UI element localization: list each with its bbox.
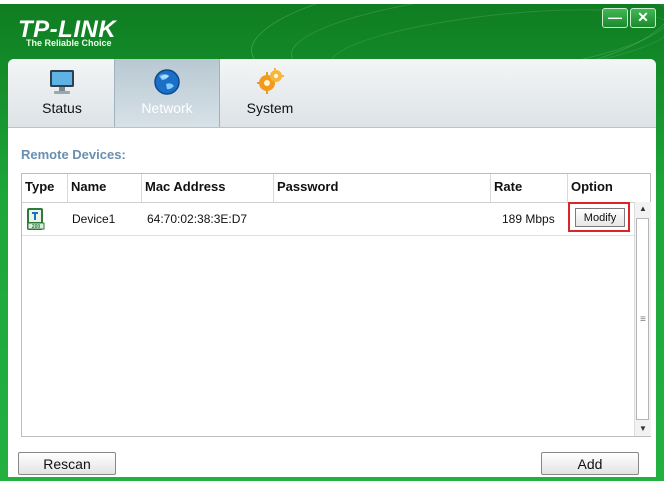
- column-header-rate: Rate: [491, 174, 568, 202]
- tab-status-label: Status: [42, 100, 82, 116]
- minimize-button[interactable]: —: [602, 8, 628, 28]
- device-rate: 189 Mbps: [502, 212, 555, 226]
- rescan-button[interactable]: Rescan: [18, 452, 116, 475]
- column-header-type: Type: [22, 174, 68, 202]
- section-title: Remote Devices:: [21, 147, 126, 162]
- table-row[interactable]: 200 Device1 64:70:02:38:3E:D7 189 Mbps M…: [22, 202, 634, 236]
- svg-text:200: 200: [32, 224, 41, 230]
- tab-network-label: Network: [141, 100, 193, 116]
- scroll-up-icon[interactable]: ▲: [635, 202, 651, 216]
- tab-network[interactable]: Network: [114, 59, 220, 127]
- tab-status[interactable]: Status: [10, 59, 114, 127]
- tab-system[interactable]: System: [218, 59, 322, 127]
- close-button[interactable]: ✕: [630, 8, 656, 28]
- column-header-password: Password: [274, 174, 491, 202]
- main-panel: Status Network System Remote Devices: Ty…: [8, 59, 656, 477]
- grip-icon: ≡: [640, 314, 646, 325]
- modify-highlight: Modify: [568, 202, 630, 232]
- gears-icon: [257, 68, 284, 94]
- globe-icon: [154, 69, 180, 95]
- device-mac: 64:70:02:38:3E:D7: [147, 212, 248, 226]
- brand-tagline: The Reliable Choice: [26, 38, 112, 48]
- add-button[interactable]: Add: [541, 452, 639, 475]
- column-header-name: Name: [68, 174, 142, 202]
- tab-bar: Status Network System: [8, 59, 656, 128]
- monitor-icon: [50, 70, 74, 94]
- table-header: Type Name Mac Address Password Rate Opti…: [22, 174, 650, 203]
- app-window: TP-LINK The Reliable Choice — ✕ Status N…: [0, 4, 664, 481]
- remote-devices-table: Type Name Mac Address Password Rate Opti…: [21, 173, 651, 437]
- tab-system-label: System: [246, 100, 294, 116]
- vertical-scrollbar[interactable]: ▲ ≡ ▼: [634, 202, 651, 436]
- column-header-option: Option: [571, 179, 613, 194]
- scroll-thumb[interactable]: ≡: [636, 218, 649, 420]
- device-name: Device1: [72, 212, 116, 226]
- modify-button[interactable]: Modify: [575, 208, 625, 227]
- scroll-down-icon[interactable]: ▼: [635, 422, 651, 436]
- powerline-adapter-icon: 200: [27, 208, 45, 230]
- column-header-mac: Mac Address: [142, 174, 274, 202]
